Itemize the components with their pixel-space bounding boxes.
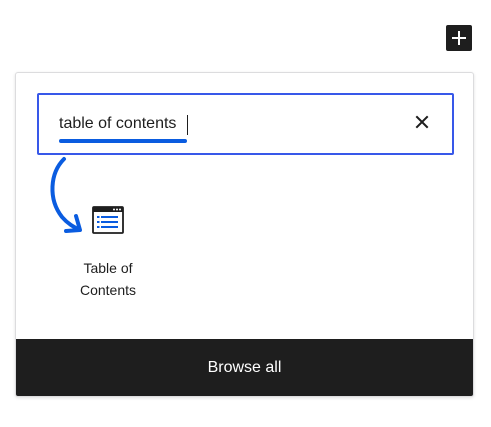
search-input[interactable] — [59, 112, 359, 136]
block-result-table-of-contents[interactable]: Table of Contents — [58, 199, 158, 303]
text-cursor — [187, 115, 188, 135]
table-of-contents-icon — [91, 205, 125, 235]
clear-search-button[interactable] — [410, 112, 434, 136]
search-box — [37, 93, 454, 155]
close-icon — [415, 115, 429, 134]
browse-all-label: Browse all — [207, 358, 282, 376]
block-result-label: Table of Contents — [58, 257, 158, 301]
search-term-highlight — [59, 139, 187, 143]
add-block-button[interactable] — [446, 25, 472, 51]
block-result-label-line: Table of Contents — [79, 260, 137, 298]
block-inserter-panel: Table of Contents Browse all — [15, 72, 474, 397]
plus-icon — [451, 30, 467, 46]
browse-all-button[interactable]: Browse all — [16, 339, 473, 396]
